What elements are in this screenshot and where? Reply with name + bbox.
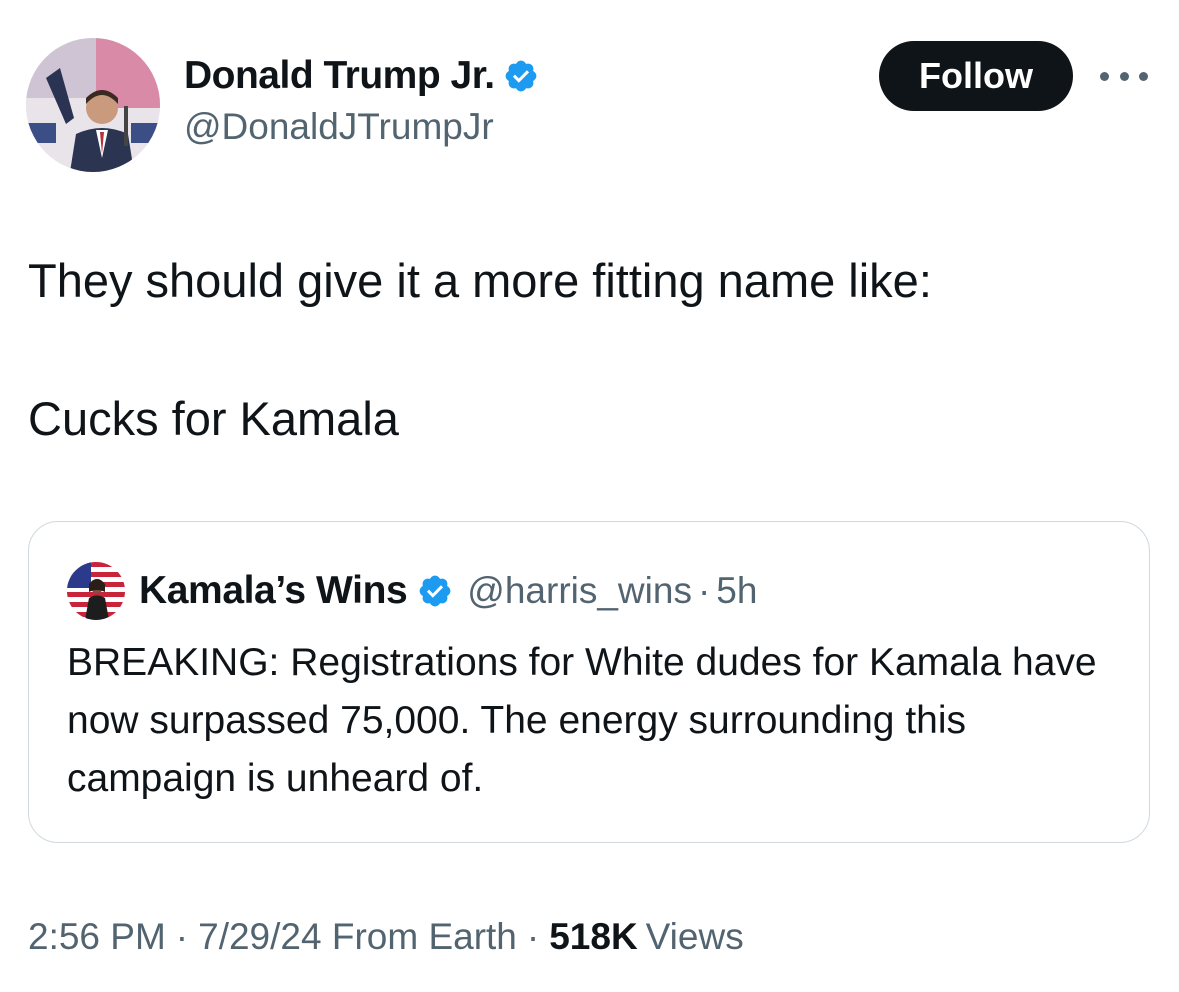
quoted-author-name[interactable]: Kamala’s Wins	[139, 569, 408, 613]
views-count[interactable]: 518K	[549, 916, 637, 958]
separator-dot: ·	[175, 916, 189, 957]
author-handle[interactable]: @DonaldJTrumpJr	[184, 106, 494, 148]
quoted-author-avatar[interactable]	[67, 562, 125, 620]
views-label: Views	[645, 916, 744, 957]
more-dot	[1139, 71, 1148, 81]
tweet-text-line: Cucks for Kamala	[28, 392, 399, 445]
follow-button[interactable]: Follow	[879, 41, 1073, 111]
quoted-author-handle[interactable]: @harris_wins	[467, 570, 692, 612]
author-name-row: Donald Trump Jr.	[184, 52, 539, 100]
more-dot	[1119, 71, 1129, 81]
verified-badge-icon[interactable]	[417, 573, 453, 609]
tweet-text: They should give it a more fitting name …	[28, 248, 1148, 452]
author-name[interactable]: Donald Trump Jr.	[184, 54, 495, 98]
tweet-meta-row: 2:56 PM · 7/29/24 From Earth · 518K View…	[28, 916, 744, 958]
more-dot	[1100, 71, 1109, 81]
tweet-text-line: They should give it a more fitting name …	[28, 254, 932, 307]
more-options-icon[interactable]	[1100, 62, 1148, 90]
quoted-tweet-card[interactable]: Kamala’s Wins @harris_wins · 5h BREAKING…	[28, 521, 1150, 843]
quoted-tweet-time[interactable]: 5h	[716, 570, 757, 612]
quoted-tweet-text: BREAKING: Registrations for White dudes …	[67, 641, 1097, 800]
tweet-time[interactable]: 2:56 PM	[28, 916, 166, 958]
tweet-date-source: 7/29/24 From Earth	[198, 916, 517, 957]
author-avatar[interactable]	[26, 38, 160, 172]
separator-dot: ·	[697, 570, 711, 611]
quoted-tweet-header: Kamala’s Wins @harris_wins · 5h	[67, 562, 757, 620]
verified-badge-icon[interactable]	[503, 58, 539, 94]
separator-dot: ·	[526, 916, 540, 957]
